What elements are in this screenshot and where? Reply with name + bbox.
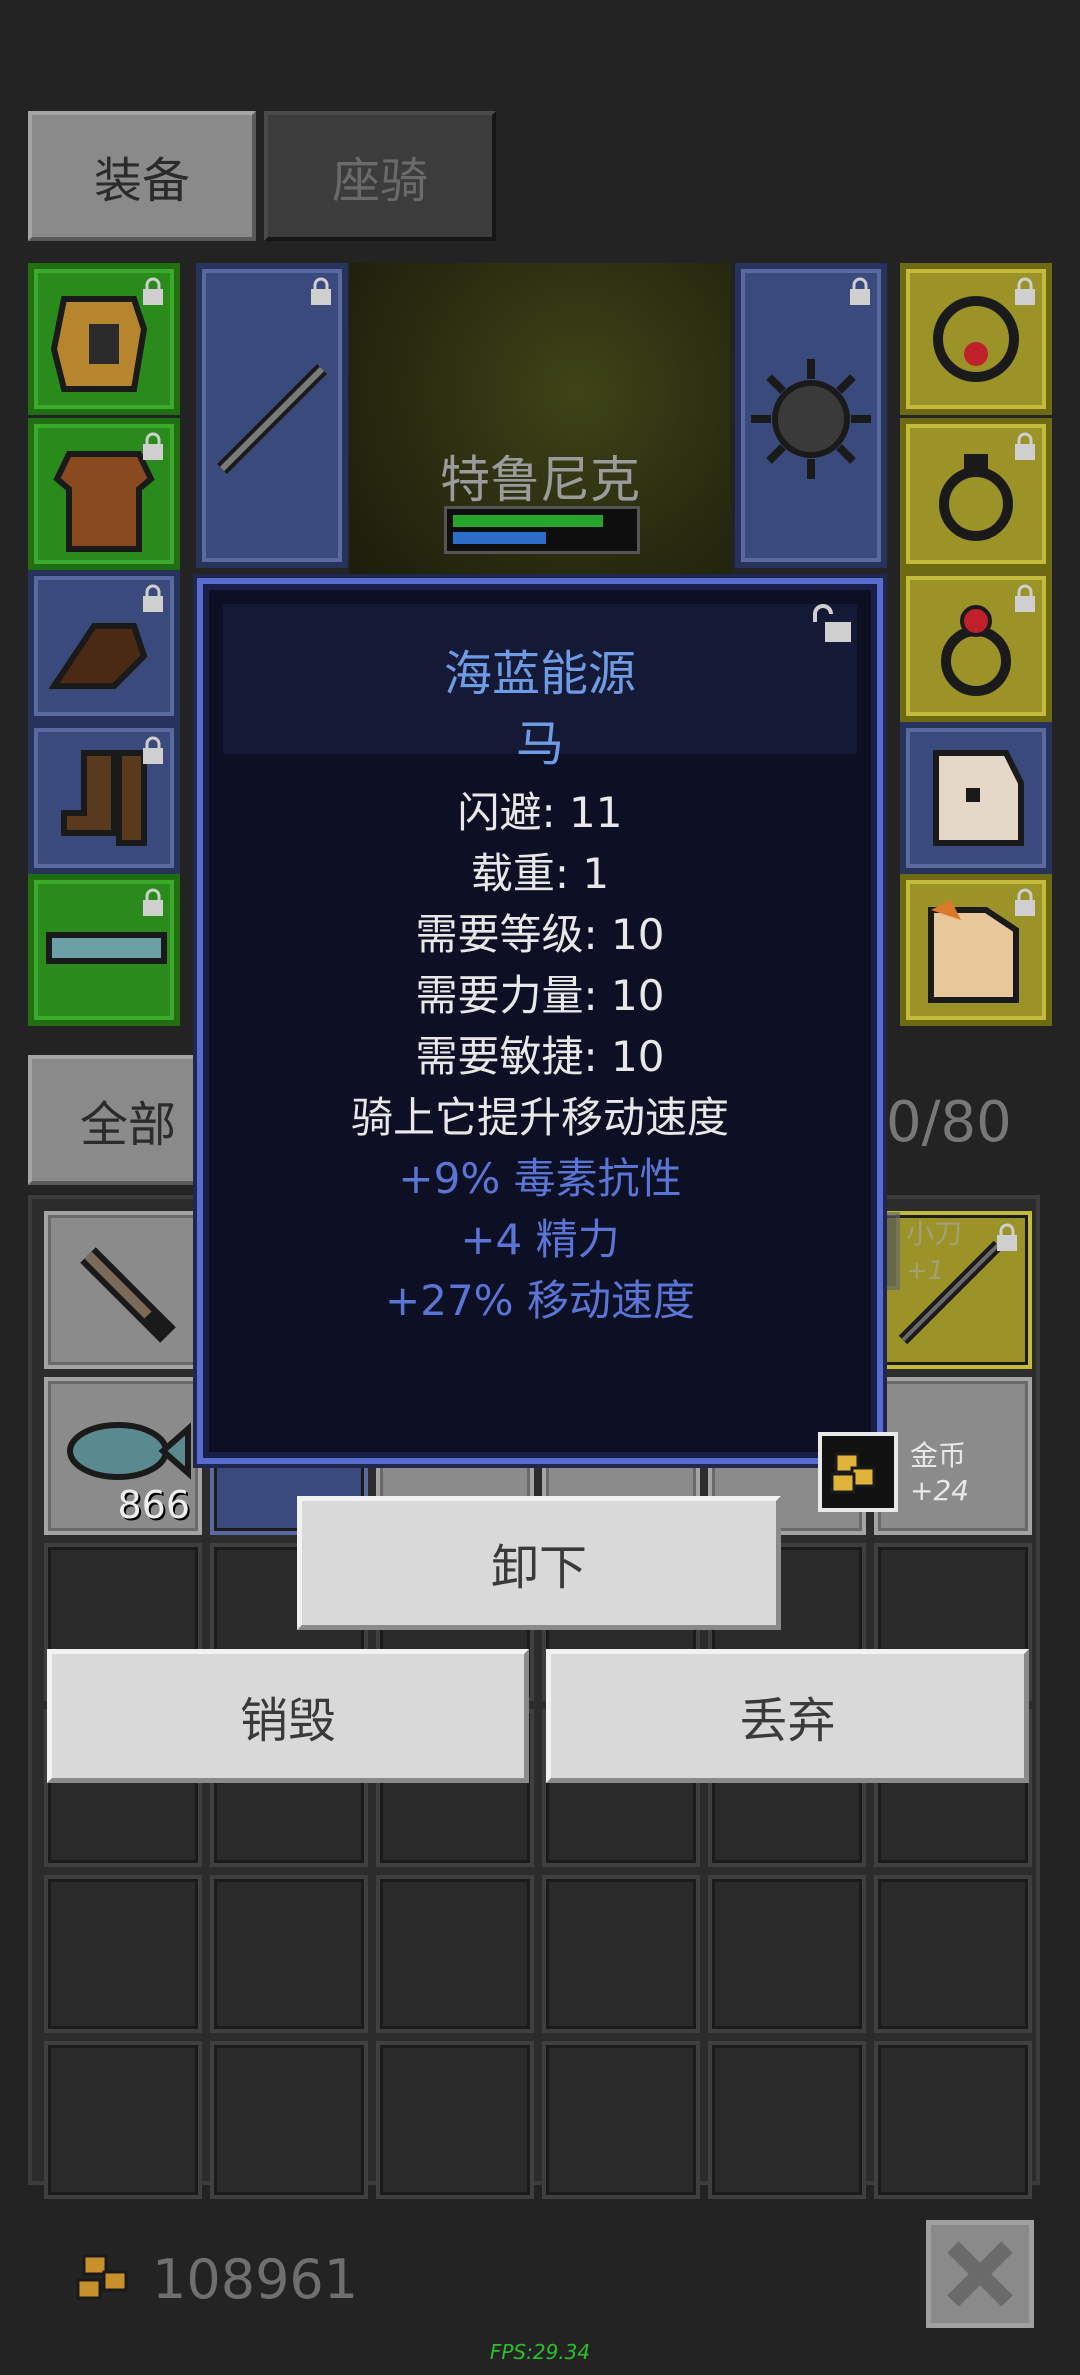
gold-coins-icon — [76, 2254, 128, 2300]
slot-boots[interactable] — [28, 722, 180, 874]
inventory-slot-dagger[interactable] — [44, 1211, 202, 1369]
item-tooltip: 海蓝能源 马 闪避: 11 载重: 1 需要等级: 10 需要力量: 10 需要… — [197, 578, 883, 1464]
gold-pickup-popup: 金币 +24 — [818, 1432, 1080, 1512]
dagger-icon — [80, 1247, 176, 1343]
mp-bar — [453, 532, 546, 544]
bonus-poison-resist: +9% 毒素抗性 — [398, 1154, 682, 1203]
spear-icon — [217, 364, 327, 474]
character-name: 特鲁尼克 — [440, 451, 640, 509]
inventory-slot[interactable] — [874, 1875, 1032, 2033]
inventory-slot[interactable] — [542, 1875, 700, 2033]
character-bars — [444, 506, 640, 554]
lock-icon — [850, 277, 870, 305]
gold-icon — [818, 1432, 898, 1512]
gold-pickup-label: 金币 — [910, 1439, 967, 1472]
item-description: 骑上它提升移动速度 — [350, 1093, 729, 1142]
drop-button[interactable]: 丢弃 — [546, 1649, 1029, 1783]
stat-req-strength: 需要力量: 10 — [415, 971, 665, 1020]
inventory-slot[interactable] — [542, 2041, 700, 2199]
pet-portrait-icon — [933, 750, 1024, 846]
lock-icon — [1015, 432, 1035, 460]
inventory-slot-fish[interactable]: 866 — [44, 1377, 202, 1535]
item-title: 海蓝能源 — [443, 646, 636, 702]
stat-req-agility: 需要敏捷: 10 — [415, 1032, 665, 1081]
stat-weight: 载重: 1 — [470, 849, 610, 898]
tooltip-header: 海蓝能源 马 — [223, 604, 857, 772]
inventory-count: 0/80 — [886, 1090, 1012, 1155]
inventory-slot[interactable] — [708, 1875, 866, 2033]
pickup-ghost-name: 小刀 — [906, 1217, 963, 1250]
item-type: 马 — [515, 716, 564, 772]
lock-icon — [311, 277, 331, 305]
lock-icon — [1015, 888, 1035, 916]
fps-counter: FPS:29.34 — [489, 2340, 591, 2364]
close-icon — [947, 2241, 1013, 2307]
slot-armor[interactable] — [28, 418, 180, 570]
inventory-slot[interactable] — [708, 2041, 866, 2199]
pickup-ghost-plus: +1 — [906, 1256, 945, 1286]
lock-icon — [143, 584, 163, 612]
hp-bar — [453, 515, 603, 527]
tab-equipment[interactable]: 装备 — [28, 111, 256, 241]
inventory-slot[interactable] — [874, 2041, 1032, 2199]
lock-icon — [143, 888, 163, 916]
destroy-button[interactable]: 销毁 — [47, 1649, 529, 1783]
slot-gloves[interactable] — [28, 570, 180, 722]
tab-mount[interactable]: 座骑 — [264, 111, 496, 241]
stat-dodge: 闪避: 11 — [457, 788, 623, 837]
lock-icon — [997, 1223, 1017, 1251]
item-quantity: 866 — [117, 1483, 190, 1527]
lock-icon — [1015, 584, 1035, 612]
lock-icon — [143, 736, 163, 764]
inventory-slot[interactable] — [44, 1875, 202, 2033]
slot-ring-1[interactable] — [900, 418, 1052, 570]
inventory-slot[interactable] — [376, 1875, 534, 2033]
inventory-slot[interactable] — [376, 2041, 534, 2199]
slot-ring-2[interactable] — [900, 570, 1052, 722]
lock-icon — [1015, 277, 1035, 305]
inventory-slot[interactable] — [210, 1875, 368, 2033]
gold-pickup-amount: +24 — [910, 1474, 970, 1507]
bonus-move-speed: +27% 移动速度 — [385, 1276, 695, 1325]
gold-total: 108961 — [152, 2248, 359, 2311]
slot-off-weapon[interactable] — [735, 263, 887, 568]
slot-mount[interactable] — [900, 874, 1052, 1026]
lock-icon — [143, 432, 163, 460]
inventory-slot[interactable] — [44, 2041, 202, 2199]
unlock-icon[interactable] — [811, 602, 855, 646]
spiked-ball-icon — [751, 359, 871, 479]
bonus-stamina: +4 精力 — [460, 1215, 620, 1264]
lock-icon — [143, 277, 163, 305]
inventory-slot[interactable] — [210, 2041, 368, 2199]
stat-req-level: 需要等级: 10 — [415, 910, 665, 959]
unequip-button[interactable]: 卸下 — [297, 1496, 781, 1630]
slot-pet[interactable] — [900, 722, 1052, 874]
close-button[interactable] — [926, 2220, 1034, 2328]
slot-helmet[interactable] — [28, 263, 180, 415]
slot-belt[interactable] — [28, 874, 180, 1026]
slot-amulet[interactable] — [900, 263, 1052, 415]
slot-main-weapon[interactable] — [196, 263, 348, 568]
